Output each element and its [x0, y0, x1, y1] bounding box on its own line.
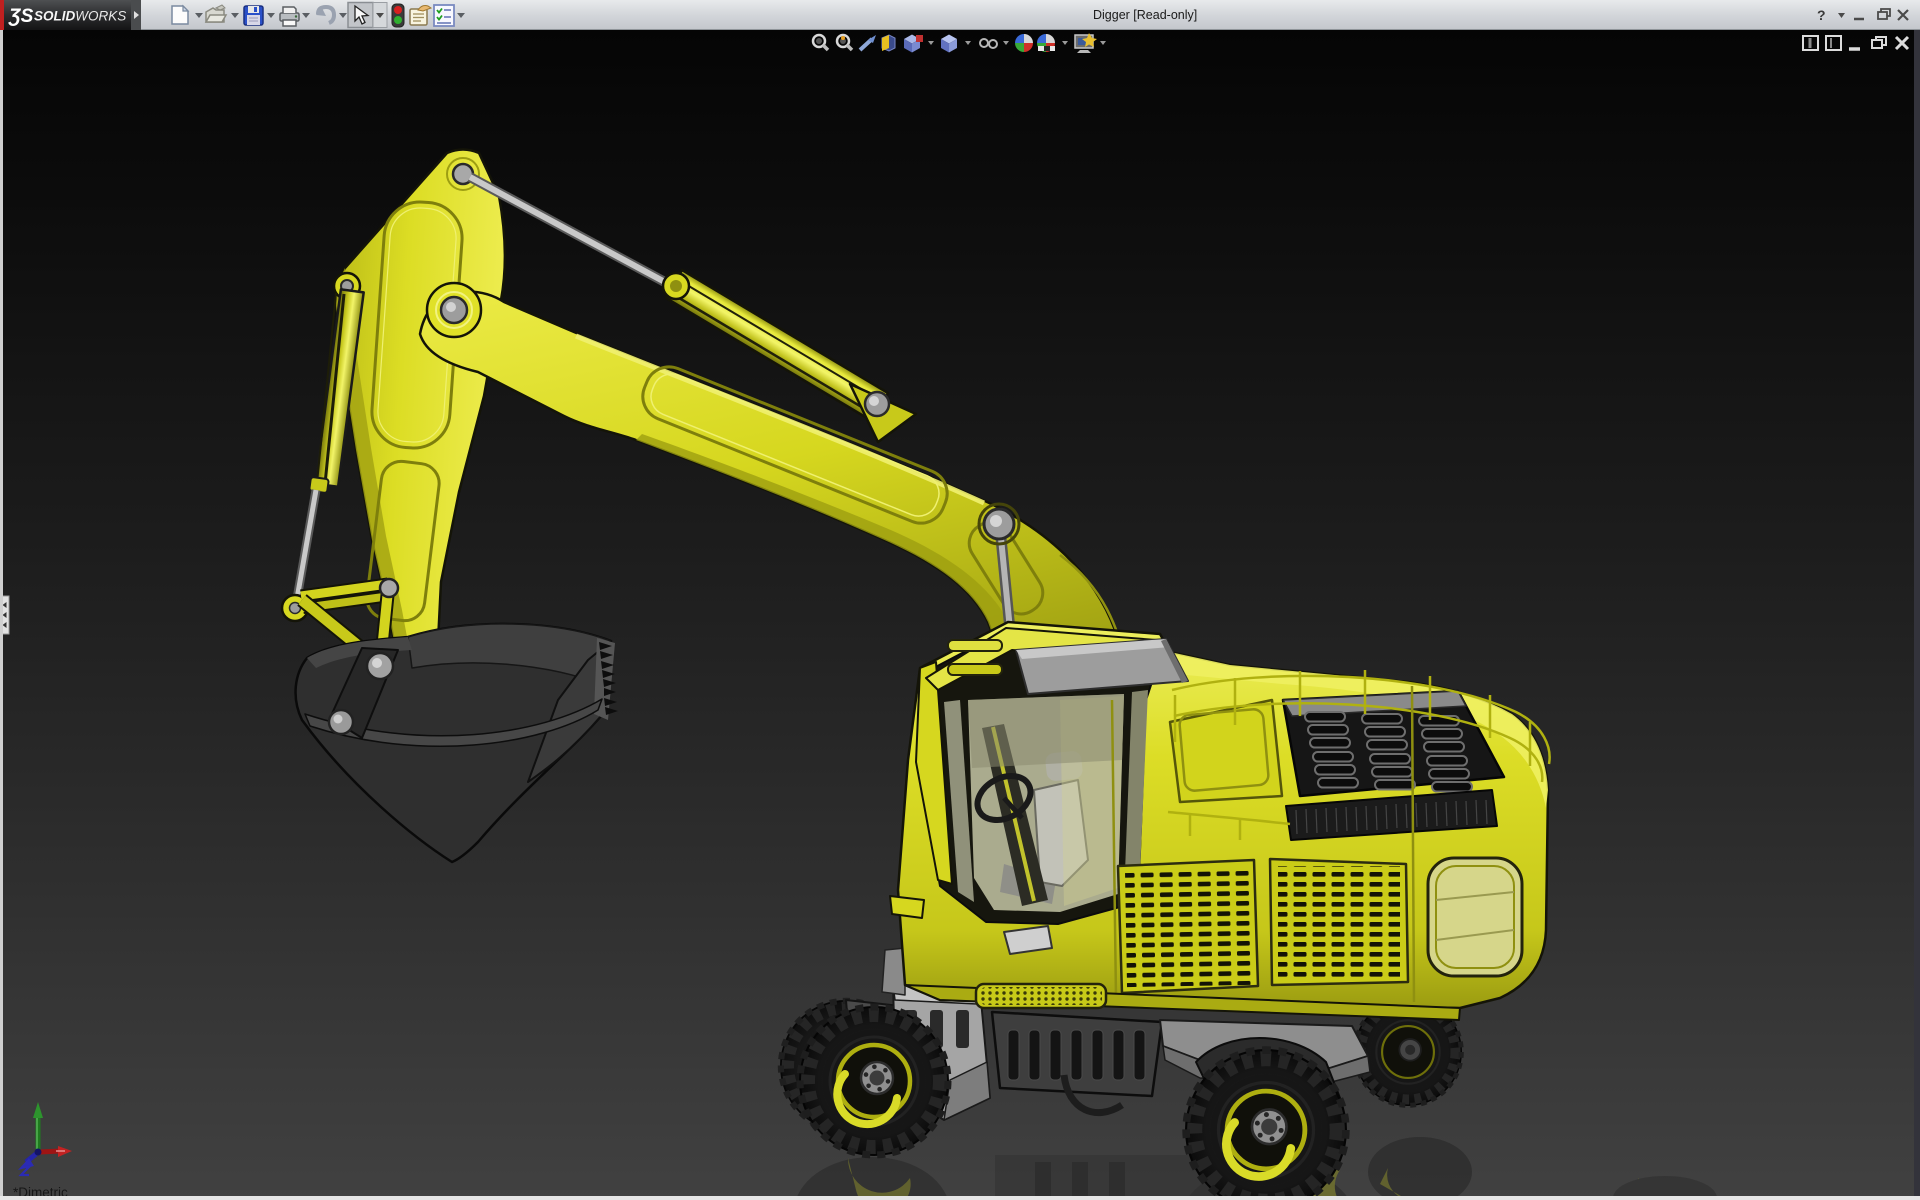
svg-text:ƷS: ƷS: [8, 6, 34, 27]
svg-text:SOLIDWORKS: SOLIDWORKS: [34, 9, 126, 24]
svg-text:?: ?: [1817, 7, 1826, 23]
svg-text:Digger [Read-only]: Digger [Read-only]: [1093, 8, 1197, 22]
